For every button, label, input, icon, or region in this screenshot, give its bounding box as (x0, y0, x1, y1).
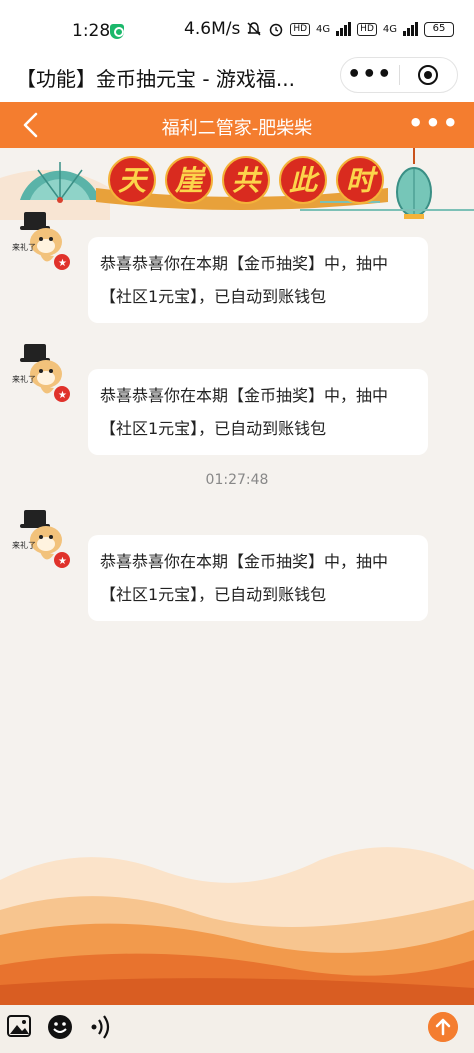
title-bar: 【功能】金币抽元宝 - 游戏福... ••• (0, 50, 474, 102)
miniprogram-capsule: ••• (340, 57, 458, 93)
svg-text:★: ★ (58, 258, 67, 269)
banner-char: 天 (108, 156, 156, 204)
signal-icon (403, 22, 418, 36)
send-icon[interactable] (428, 1012, 458, 1042)
avatar[interactable]: 来礼了 ★ (10, 508, 72, 570)
svg-text:来礼了: 来礼了 (12, 540, 36, 550)
hd-badge: HD (357, 22, 377, 36)
status-time: 1:28 (72, 21, 111, 41)
banner-char: 崖 (165, 156, 213, 204)
network-type: 4G (316, 23, 331, 35)
svg-text:来礼了: 来礼了 (12, 374, 36, 384)
banner-char: 共 (222, 156, 270, 204)
image-icon[interactable] (6, 1013, 32, 1039)
emoji-icon[interactable] (46, 1013, 74, 1041)
avatar[interactable]: 来礼了 ★ (10, 210, 72, 272)
chat-title: 福利二管家-肥柴柴 (161, 118, 313, 139)
mute-bell-icon (247, 22, 261, 36)
network-type: 4G (382, 23, 397, 35)
page-title: 【功能】金币抽元宝 - 游戏福... (16, 67, 296, 91)
more-dots-icon[interactable]: ••• (408, 111, 460, 135)
message-input[interactable] (120, 1011, 420, 1047)
alarm-icon (270, 23, 283, 37)
message-bubble[interactable]: 恭喜恭喜你在本期【金币抽奖】中，抽中【社区1元宝】，已自动到账钱包 (88, 237, 428, 323)
banner-char: 此 (279, 156, 327, 204)
banner-char: 时 (336, 156, 384, 204)
banner-title: 天 崖 共 此 时 (108, 156, 384, 204)
svg-text:★: ★ (58, 556, 67, 567)
shield-icon (110, 24, 124, 39)
close-button[interactable] (399, 65, 457, 85)
more-button[interactable]: ••• (341, 64, 399, 86)
message-timestamp: 01:27:48 (205, 472, 269, 488)
message-bubble[interactable]: 恭喜恭喜你在本期【金币抽奖】中，抽中【社区1元宝】，已自动到账钱包 (88, 369, 428, 455)
chat-header: 福利二管家-肥柴柴 ••• (0, 102, 474, 148)
battery-icon: 65 (424, 21, 454, 37)
svg-text:来礼了: 来礼了 (12, 242, 36, 252)
avatar[interactable]: 来礼了 ★ (10, 342, 72, 404)
close-target-icon (418, 65, 439, 85)
status-bar: 1:28 4.6M/s HD 4G HD 4G 65 (0, 0, 474, 50)
status-indicators: 4.6M/s HD 4G HD 4G 65 (184, 19, 454, 39)
decorative-hills (0, 847, 474, 1005)
lantern-icon (396, 148, 432, 219)
voice-icon[interactable] (90, 1013, 114, 1041)
message-bubble[interactable]: 恭喜恭喜你在本期【金币抽奖】中，抽中【社区1元宝】，已自动到账钱包 (88, 535, 428, 621)
hd-badge: HD (290, 22, 311, 36)
signal-icon (336, 22, 352, 36)
svg-text:★: ★ (58, 390, 67, 401)
fan-icon (20, 162, 100, 203)
input-bar (0, 1005, 474, 1053)
network-speed: 4.6M/s (184, 19, 241, 39)
